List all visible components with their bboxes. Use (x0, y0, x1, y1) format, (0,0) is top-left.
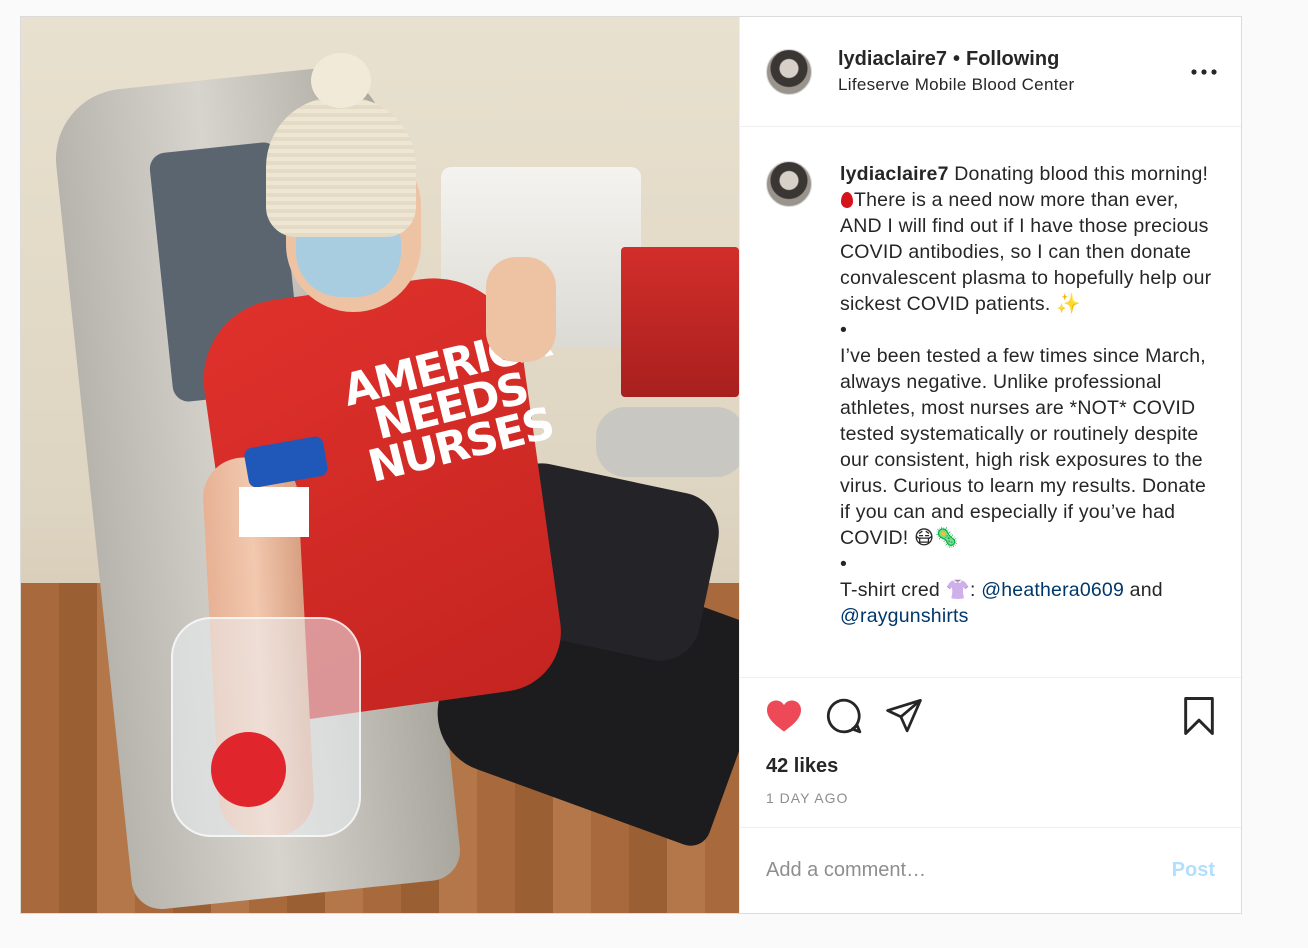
post-comment-button[interactable]: Post (1172, 859, 1215, 882)
more-options-icon[interactable] (1189, 57, 1219, 87)
bookmark-icon[interactable] (1179, 696, 1219, 736)
caption-username[interactable]: lydiaclaire7 (840, 163, 949, 185)
likes-count[interactable]: 42 likes (740, 753, 1241, 779)
post-timestamp[interactable]: 1 DAY AGO (740, 789, 1241, 807)
mention-link[interactable]: @heathera0609 (981, 579, 1124, 601)
post-photo[interactable]: AMERICA NEEDS NURSES (21, 17, 739, 913)
blood-drop-icon (841, 192, 853, 208)
action-bar (740, 678, 1241, 753)
post-sidebar: lydiaclaire7 • Following Lifeserve Mobile … (739, 17, 1241, 913)
separator-dot: • (952, 47, 960, 70)
following-button[interactable]: Following (966, 48, 1059, 70)
avatar[interactable] (766, 48, 812, 95)
paper-plane-icon[interactable] (884, 696, 924, 736)
caption-area: lydiaclaire7 Donating blood this morning… (740, 127, 1241, 678)
caption-text: lydiaclaire7 Donating blood this morning… (840, 163, 1212, 627)
mention-link[interactable]: @raygunshirts (840, 605, 969, 627)
comment-input[interactable] (766, 859, 1172, 882)
post-header: lydiaclaire7 • Following Lifeserve Mobile … (740, 17, 1241, 127)
location-link[interactable]: Lifeserve Mobile Blood Center (838, 72, 1189, 98)
post-card: AMERICA NEEDS NURSES lydiaclaire7 • Follow… (20, 16, 1242, 914)
username-link[interactable]: lydiaclaire7 (838, 48, 947, 70)
comment-bar: Post (740, 827, 1241, 913)
heart-icon[interactable] (764, 696, 804, 736)
caption-avatar[interactable] (766, 161, 812, 207)
comment-icon[interactable] (824, 696, 864, 736)
